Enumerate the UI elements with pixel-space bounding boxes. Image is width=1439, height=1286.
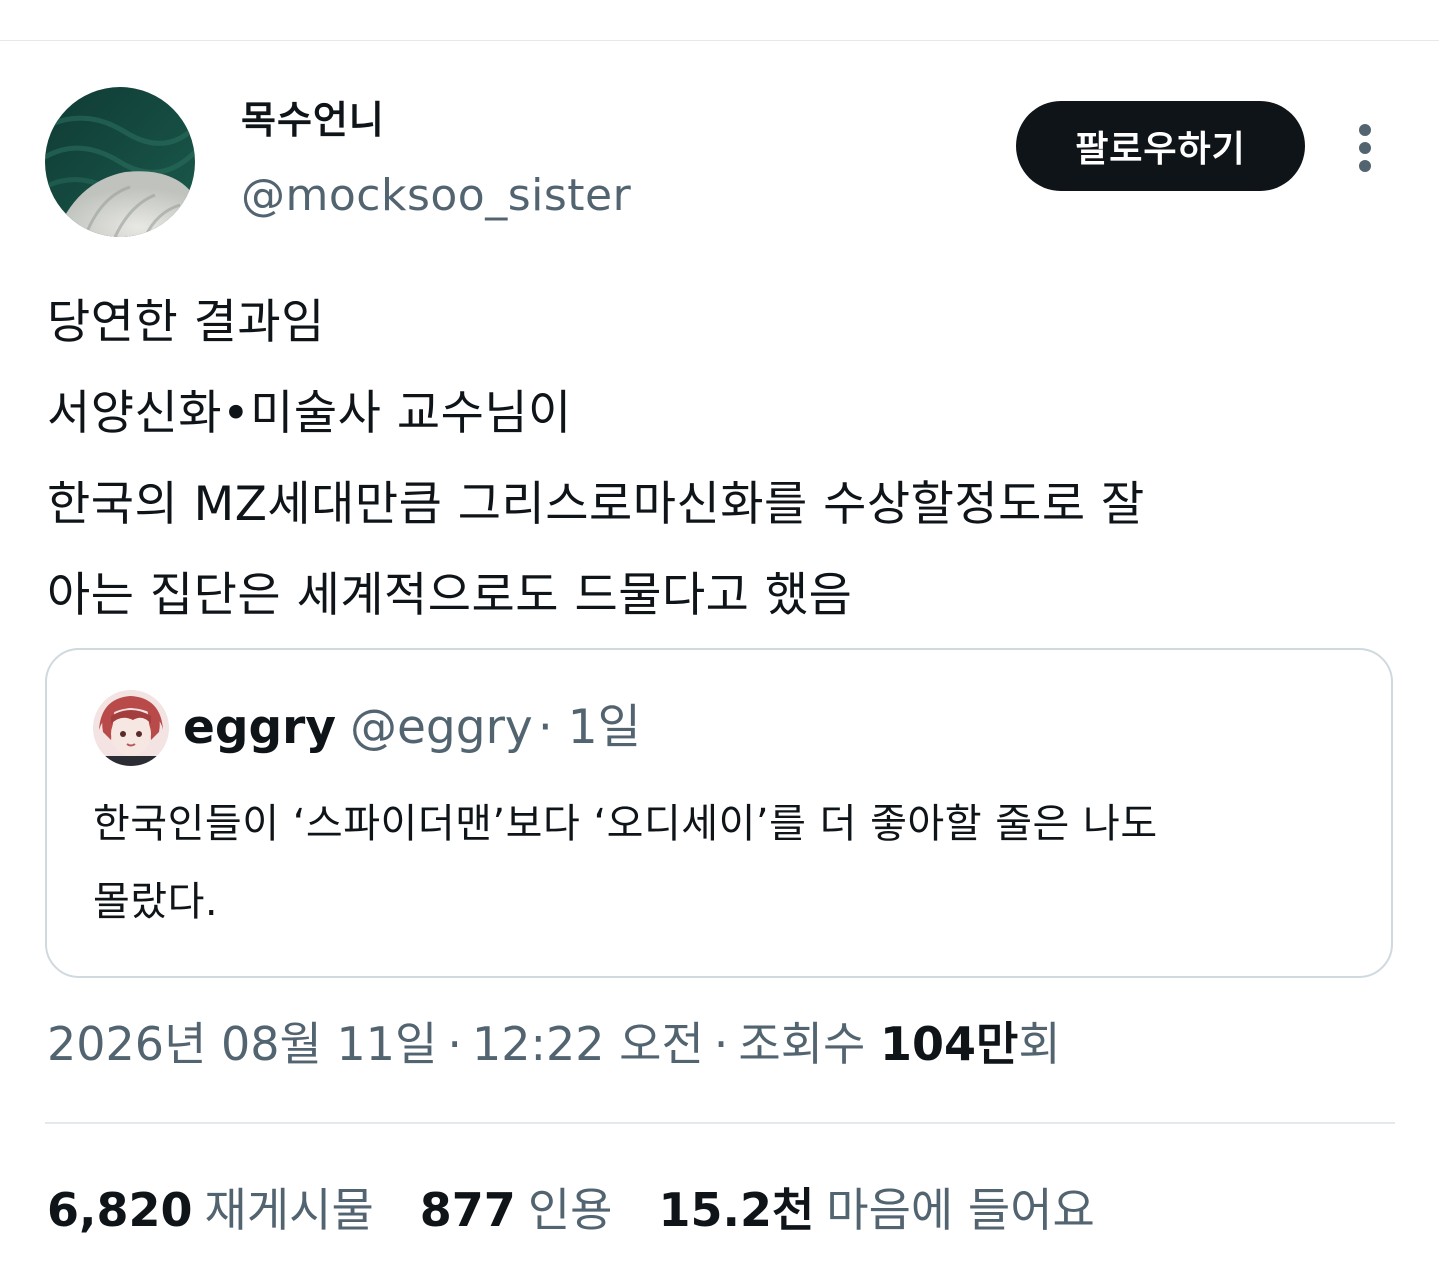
tweet-time[interactable]: 12:22 오전 bbox=[472, 1017, 704, 1071]
reposts-count: 6,820 bbox=[47, 1183, 193, 1237]
author-avatar[interactable] bbox=[45, 87, 195, 237]
reposts-label: 재게시물 bbox=[204, 1183, 374, 1237]
reposts-stat[interactable]: 6,820 재게시물 bbox=[47, 1183, 374, 1237]
quoted-tweet-time: · 1일 bbox=[537, 700, 641, 755]
quoted-author-handle: @eggry bbox=[349, 700, 533, 755]
quoted-tweet-card[interactable]: eggry @eggry · 1일 한국인들이 ‘스파이더맨’보다 ‘오디세이’를… bbox=[45, 648, 1393, 978]
meta-separator: · bbox=[713, 1017, 729, 1071]
more-vertical-icon[interactable] bbox=[1345, 118, 1385, 178]
quoted-author-name: eggry bbox=[183, 700, 336, 755]
likes-label: 마음에 들어요 bbox=[826, 1183, 1095, 1237]
follow-button[interactable]: 팔로우하기 bbox=[1016, 101, 1305, 191]
stats-divider bbox=[45, 1122, 1395, 1124]
tweet-date[interactable]: 2026년 08월 11일 bbox=[47, 1017, 437, 1071]
views-label: 조회수 bbox=[738, 1017, 866, 1071]
quotes-count: 877 bbox=[419, 1183, 516, 1237]
author-handle[interactable]: @mocksoo_sister bbox=[241, 168, 631, 224]
quoted-tweet-text: 한국인들이 ‘스파이더맨’보다 ‘오디세이’를 더 좋아할 줄은 나도 몰랐다. bbox=[93, 801, 1158, 925]
meta-separator: · bbox=[447, 1017, 462, 1071]
top-divider bbox=[0, 40, 1439, 41]
views-suffix: 회 bbox=[1018, 1017, 1061, 1071]
engagement-stats: 6,820 재게시물 877 인용 15.2천 마음에 들어요 bbox=[47, 1180, 1141, 1240]
tweet-meta: 2026년 08월 11일 · 12:22 오전 · 조회수 104만회 bbox=[47, 1014, 1061, 1074]
views-count: 104만 bbox=[880, 1017, 1019, 1071]
likes-stat[interactable]: 15.2천 마음에 들어요 bbox=[658, 1183, 1094, 1237]
quoted-tweet-header: eggry @eggry · 1일 bbox=[183, 698, 641, 768]
quotes-stat[interactable]: 877 인용 bbox=[420, 1183, 613, 1237]
likes-count: 15.2천 bbox=[658, 1183, 815, 1237]
quoted-author-avatar bbox=[93, 690, 169, 766]
tweet-text: 당연한 결과임 서양신화•미술사 교수님이 한국의 MZ세대만큼 그리스로마신화… bbox=[47, 295, 1145, 623]
quotes-label: 인용 bbox=[527, 1183, 613, 1237]
author-display-name[interactable]: 목수언니 bbox=[241, 95, 385, 145]
